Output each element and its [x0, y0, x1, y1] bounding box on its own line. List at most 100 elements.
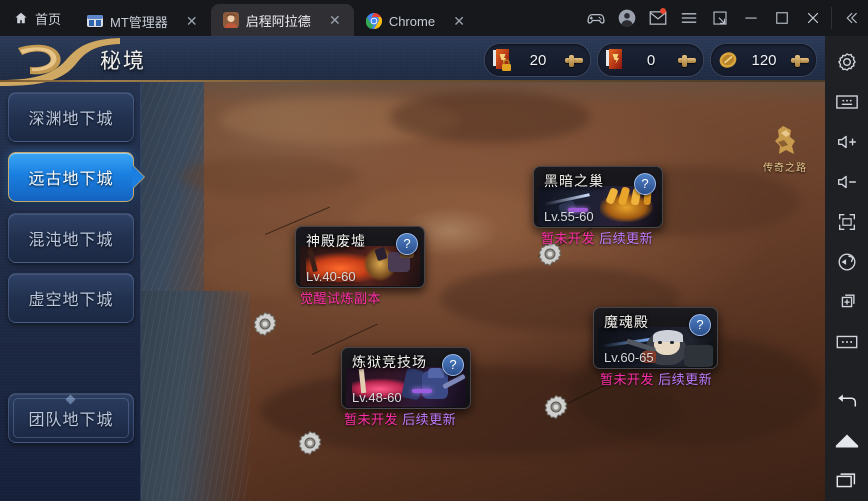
- dungeon-card-temple-ruins[interactable]: 神殿废墟 ? Lv.40-60: [295, 226, 425, 288]
- legend-road-badge[interactable]: 传奇之路: [757, 124, 813, 174]
- tag-part-b: 后续更新: [599, 231, 654, 246]
- emulator-window: 首页 MT管理器 ✕ 启程阿拉德 ✕ Chrome ✕ 传奇之路 黑暗之巢 ? …: [0, 0, 868, 501]
- dungeon-category-panel: 深渊地下城 远古地下城 混沌地下城 虚空地下城 团队地下城: [0, 82, 144, 501]
- tab-chrome[interactable]: Chrome ✕: [354, 6, 478, 36]
- recent-apps-icon[interactable]: [825, 461, 868, 501]
- locked-book-icon: [490, 47, 514, 73]
- close-window-icon[interactable]: [797, 0, 828, 36]
- tab-mt-manager[interactable]: MT管理器 ✕: [75, 6, 211, 36]
- mail-icon[interactable]: [642, 0, 673, 36]
- map-node-3[interactable]: [543, 394, 569, 420]
- sidebar-item-raid-dungeon[interactable]: 团队地下城: [8, 393, 134, 443]
- dungeon-card-dark-nest[interactable]: 黑暗之巢 ? Lv.55-60: [533, 166, 663, 228]
- help-icon[interactable]: ?: [396, 233, 418, 255]
- volume-down-icon[interactable]: [825, 162, 868, 202]
- game-viewport: 传奇之路 黑暗之巢 ? Lv.55-60 暂未开发 后续更新 神殿废墟 ? Lv…: [0, 36, 825, 501]
- chrome-icon: [365, 13, 382, 30]
- tab-label: MT管理器: [110, 14, 168, 30]
- dungeon-level: Lv.40-60: [306, 269, 356, 284]
- account-icon[interactable]: [611, 0, 642, 36]
- coin-icon: [716, 47, 740, 73]
- maximize-icon[interactable]: [766, 0, 797, 36]
- currency-value: 120: [751, 51, 777, 69]
- close-icon[interactable]: ✕: [448, 10, 470, 32]
- dungeon-card-soul-palace[interactable]: 魔魂殿 ? Lv.60-65: [593, 307, 718, 369]
- help-icon[interactable]: ?: [634, 173, 656, 195]
- tabbar-left: 首页 MT管理器 ✕ 启程阿拉德 ✕ Chrome ✕: [0, 0, 478, 36]
- dungeon-name: 神殿废墟: [306, 233, 366, 249]
- sidebar-item-label: 团队地下城: [28, 412, 114, 429]
- mail-badge: [660, 8, 666, 14]
- tab-qicheng-alade[interactable]: 启程阿拉德 ✕: [210, 4, 354, 36]
- legend-road-icon: [775, 126, 795, 154]
- menu-icon[interactable]: [673, 0, 704, 36]
- tag-part-a: 暂未开发: [541, 231, 596, 246]
- dungeon-status-tag: 觉醒试炼副本: [296, 287, 385, 308]
- collapse-sidebar-icon[interactable]: [835, 0, 866, 36]
- emulator-side-toolbar: [825, 36, 868, 501]
- dungeon-map[interactable]: [140, 36, 825, 501]
- page-title: 秘境: [100, 50, 146, 73]
- sidebar-item-ancient-dungeon[interactable]: 远古地下城: [8, 152, 144, 202]
- tag-part-a: 觉醒试炼副本: [300, 291, 382, 306]
- add-currency-button[interactable]: [788, 48, 812, 72]
- tab-label: Chrome: [388, 13, 436, 29]
- minimize-icon[interactable]: [735, 0, 766, 36]
- sidebar-item-label: 远古地下城: [28, 171, 114, 188]
- map-node-2[interactable]: [252, 311, 278, 337]
- mt-manager-icon: [87, 13, 104, 29]
- dungeon-level: Lv.60-65: [604, 350, 654, 365]
- home-tab-label: 首页: [35, 11, 62, 27]
- currency-bar: 20 0 120: [484, 43, 817, 77]
- sidebar-item-label: 混沌地下城: [28, 232, 114, 249]
- sidebar-item-abyss-dungeon[interactable]: 深渊地下城: [8, 92, 134, 142]
- back-swoosh-icon[interactable]: [0, 36, 180, 86]
- tag-part-b: 后续更新: [658, 372, 713, 387]
- back-icon[interactable]: [825, 381, 868, 421]
- close-icon[interactable]: ✕: [181, 10, 203, 32]
- terrain-ridge: [180, 156, 360, 196]
- currency-coin: 120: [710, 43, 817, 77]
- dungeon-card-inferno-arena[interactable]: 炼狱竞技场 ? Lv.48-60: [341, 347, 471, 409]
- dungeon-status-tag: 暂未开发 后续更新: [340, 408, 460, 429]
- add-currency-button[interactable]: [675, 48, 699, 72]
- sidebar-item-label: 虚空地下城: [28, 292, 114, 309]
- tabbar-right: [580, 0, 868, 36]
- currency-ticket: 0: [597, 43, 704, 77]
- legend-road-label: 传奇之路: [763, 163, 807, 174]
- rotate-screen-icon[interactable]: [825, 242, 868, 282]
- dungeon-level: Lv.55-60: [544, 209, 594, 224]
- volume-up-icon[interactable]: [825, 122, 868, 162]
- gamepad-icon[interactable]: [580, 0, 611, 36]
- game-header: 秘境 20 0 120: [0, 36, 825, 86]
- currency-value: 20: [529, 51, 547, 69]
- restore-window-icon[interactable]: [704, 0, 735, 36]
- keyboard-mapping-icon[interactable]: [825, 82, 868, 122]
- tag-part-b: 后续更新: [402, 412, 457, 427]
- tag-part-a: 暂未开发: [344, 412, 399, 427]
- emulator-tabbar: 首页 MT管理器 ✕ 启程阿拉德 ✕ Chrome ✕: [0, 0, 868, 36]
- add-currency-button[interactable]: [562, 48, 586, 72]
- dungeon-status-tag: 暂未开发 后续更新: [596, 368, 716, 389]
- help-icon[interactable]: ?: [689, 314, 711, 336]
- map-node-4[interactable]: [297, 430, 323, 456]
- currency-locked-ticket: 20: [484, 43, 591, 77]
- help-icon[interactable]: ?: [442, 354, 464, 376]
- dungeon-level: Lv.48-60: [352, 390, 402, 405]
- toolbar-divider: [831, 7, 832, 29]
- screenshot-icon[interactable]: [825, 282, 868, 322]
- sidebar-item-void-dungeon[interactable]: 虚空地下城: [8, 273, 134, 323]
- home-nav-icon[interactable]: [825, 421, 868, 461]
- dungeon-status-tag: 暂未开发 后续更新: [537, 227, 657, 248]
- home-tab[interactable]: 首页: [0, 0, 75, 36]
- terrain-ridge: [390, 91, 590, 143]
- game-avatar-icon: [222, 12, 239, 28]
- tag-part-a: 暂未开发: [600, 372, 655, 387]
- settings-icon[interactable]: [825, 42, 868, 82]
- more-options-icon[interactable]: [825, 322, 868, 362]
- fullscreen-icon[interactable]: [825, 202, 868, 242]
- sidebar-item-chaos-dungeon[interactable]: 混沌地下城: [8, 213, 134, 263]
- sidebar-item-label: 深渊地下城: [28, 111, 114, 128]
- tab-label: 启程阿拉德: [245, 13, 311, 29]
- close-icon[interactable]: ✕: [324, 9, 346, 31]
